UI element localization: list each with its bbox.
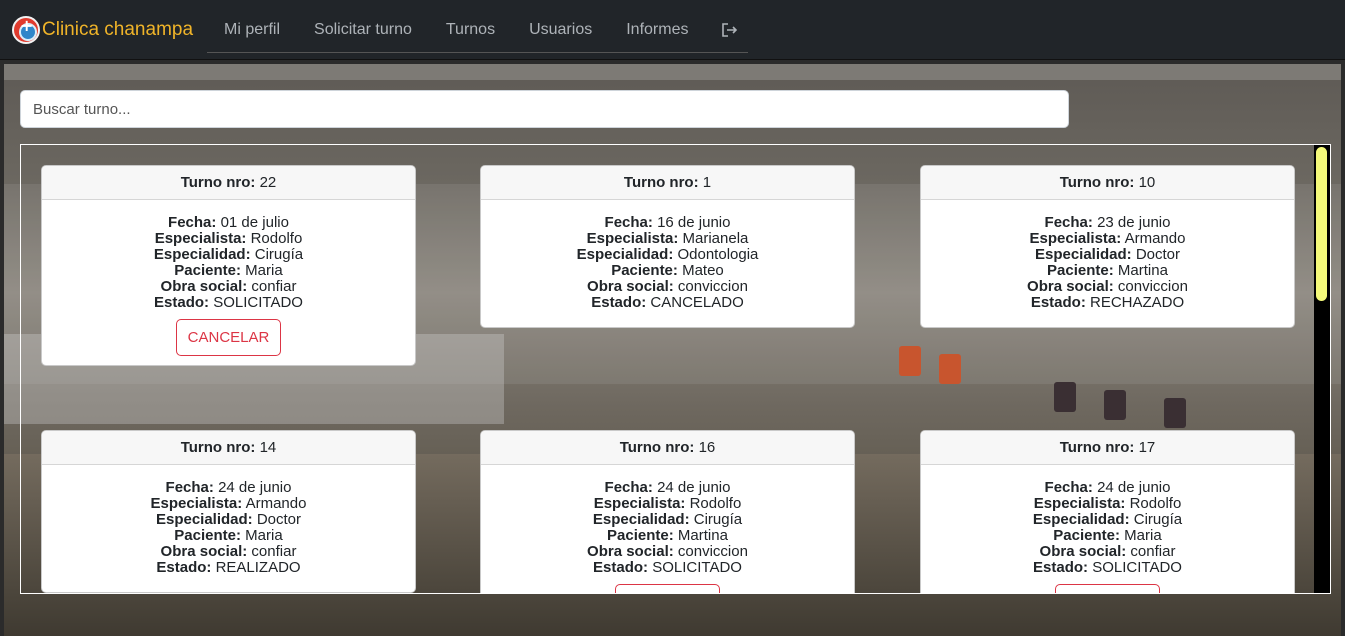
- background-ceiling: [4, 64, 1341, 80]
- row-obra-social: Obra social: confiar: [160, 543, 297, 560]
- card-body: Fecha: 24 de junio Especialista: Rodolfo…: [921, 465, 1294, 593]
- row-paciente: Paciente: Martina: [1047, 262, 1168, 279]
- turno-label: Turno nro:: [619, 439, 695, 456]
- card-header: Turno nro: 16: [481, 431, 854, 465]
- row-fecha: Fecha: 23 de junio: [1044, 214, 1171, 231]
- scrollbar-thumb[interactable]: [1316, 147, 1327, 301]
- row-estado: Estado: REALIZADO: [156, 559, 301, 576]
- card-body: Fecha: 23 de junio Especialista: Armando…: [921, 200, 1294, 311]
- row-especialista: Especialista: Rodolfo: [1033, 495, 1182, 512]
- row-especialidad: Especialidad: Odontologia: [576, 246, 759, 263]
- row-especialidad: Especialidad: Doctor: [155, 511, 302, 528]
- turno-label: Turno nro:: [1059, 439, 1135, 456]
- row-obra-social: Obra social: conviccion: [587, 278, 748, 295]
- turno-label: Turno nro:: [623, 174, 699, 191]
- row-especialidad: Especialidad: Doctor: [1034, 246, 1181, 263]
- nav-link-mi-perfil[interactable]: Mi perfil: [207, 10, 297, 50]
- card-header: Turno nro: 22: [42, 166, 415, 200]
- turno-card: Turno nro: 10 Fecha: 23 de junio Especia…: [920, 165, 1295, 328]
- navbar: Clinica chanampa Mi perfil Solicitar tur…: [0, 0, 1345, 60]
- turno-number: 22: [259, 174, 277, 191]
- brand-name: Clinica chanampa: [42, 18, 194, 40]
- nav-link-turnos[interactable]: Turnos: [429, 10, 512, 50]
- row-especialista: Especialista: Armando: [150, 495, 307, 512]
- card-body: Fecha: 24 de junio Especialista: Armando…: [42, 465, 415, 576]
- card-header: Turno nro: 1: [481, 166, 854, 200]
- turno-label: Turno nro:: [1059, 174, 1135, 191]
- turno-number: 10: [1138, 174, 1156, 191]
- turno-card: Turno nro: 22 Fecha: 01 de julio Especia…: [41, 165, 416, 366]
- turno-card: Turno nro: 17 Fecha: 24 de junio Especia…: [920, 430, 1295, 593]
- row-paciente: Paciente: Maria: [174, 262, 283, 279]
- cancel-button[interactable]: CANCELAR: [175, 319, 282, 356]
- card-body: Fecha: 16 de junio Especialista: Mariane…: [481, 200, 854, 311]
- logout-icon[interactable]: [722, 23, 738, 37]
- row-obra-social: Obra social: confiar: [1039, 543, 1176, 560]
- turno-number: 1: [702, 174, 712, 191]
- row-fecha: Fecha: 16 de junio: [604, 214, 731, 231]
- turno-card: Turno nro: 16 Fecha: 24 de junio Especia…: [480, 430, 855, 593]
- row-obra-social: Obra social: conviccion: [587, 543, 748, 560]
- turno-card: Turno nro: 1 Fecha: 16 de junio Especial…: [480, 165, 855, 328]
- card-header: Turno nro: 14: [42, 431, 415, 465]
- search-input[interactable]: [20, 90, 1069, 128]
- row-fecha: Fecha: 24 de junio: [1044, 479, 1171, 496]
- nav-link-usuarios[interactable]: Usuarios: [512, 10, 609, 50]
- turno-number: 16: [698, 439, 716, 456]
- row-fecha: Fecha: 24 de junio: [165, 479, 292, 496]
- row-especialidad: Especialidad: Cirugía: [592, 511, 743, 528]
- nav-links: Mi perfil Solicitar turno Turnos Usuario…: [207, 9, 749, 53]
- row-especialista: Especialista: Armando: [1029, 230, 1186, 247]
- row-estado: Estado: RECHAZADO: [1030, 294, 1185, 311]
- row-especialista: Especialista: Marianela: [586, 230, 749, 247]
- card-header: Turno nro: 10: [921, 166, 1294, 200]
- row-paciente: Paciente: Maria: [174, 527, 283, 544]
- turnos-list: Turno nro: 22 Fecha: 01 de julio Especia…: [20, 144, 1331, 594]
- card-body: Fecha: 01 de julio Especialista: Rodolfo…: [42, 200, 415, 365]
- clinic-logo-icon: [12, 15, 40, 44]
- turno-card: Turno nro: 14 Fecha: 24 de junio Especia…: [41, 430, 416, 593]
- row-estado: Estado: SOLICITADO: [1033, 559, 1182, 576]
- nav-link-solicitar-turno[interactable]: Solicitar turno: [297, 10, 429, 50]
- row-fecha: Fecha: 24 de junio: [604, 479, 731, 496]
- brand[interactable]: Clinica chanampa: [12, 15, 194, 44]
- row-paciente: Paciente: Mateo: [611, 262, 724, 279]
- scrollbar[interactable]: [1314, 145, 1330, 593]
- row-especialidad: Especialidad: Cirugía: [1032, 511, 1183, 528]
- row-estado: Estado: SOLICITADO: [154, 294, 303, 311]
- row-paciente: Paciente: Martina: [607, 527, 728, 544]
- turno-label: Turno nro:: [180, 174, 256, 191]
- cancel-button[interactable]: CANCELAR: [614, 584, 721, 593]
- row-estado: Estado: CANCELADO: [591, 294, 744, 311]
- row-especialista: Especialista: Rodolfo: [154, 230, 303, 247]
- row-especialista: Especialista: Rodolfo: [593, 495, 742, 512]
- turno-number: 14: [259, 439, 277, 456]
- row-fecha: Fecha: 01 de julio: [168, 214, 289, 231]
- turno-label: Turno nro:: [180, 439, 256, 456]
- row-especialidad: Especialidad: Cirugía: [153, 246, 304, 263]
- row-obra-social: Obra social: confiar: [160, 278, 297, 295]
- cancel-button[interactable]: CANCELAR: [1054, 584, 1161, 593]
- row-obra-social: Obra social: conviccion: [1027, 278, 1188, 295]
- card-body: Fecha: 24 de junio Especialista: Rodolfo…: [481, 465, 854, 593]
- nav-link-informes[interactable]: Informes: [609, 10, 705, 50]
- row-paciente: Paciente: Maria: [1053, 527, 1162, 544]
- row-estado: Estado: SOLICITADO: [593, 559, 742, 576]
- card-header: Turno nro: 17: [921, 431, 1294, 465]
- turno-number: 17: [1138, 439, 1156, 456]
